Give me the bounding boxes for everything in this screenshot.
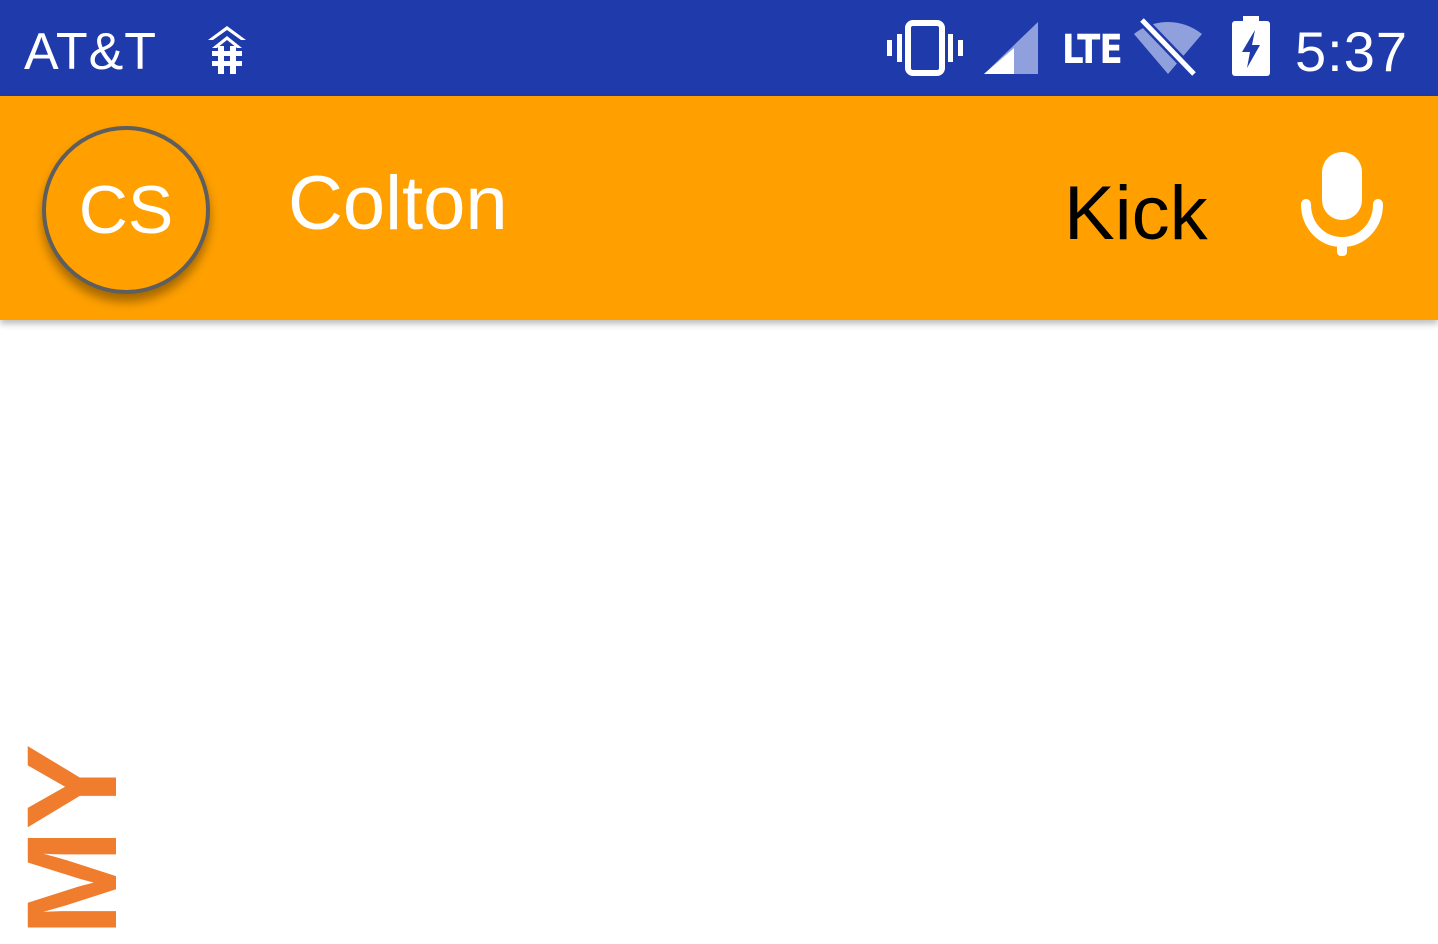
cell-signal-icon bbox=[984, 22, 1038, 74]
status-bar: AT&T LTE 5:37 bbox=[0, 0, 1438, 96]
microphone-icon[interactable] bbox=[1300, 150, 1384, 256]
wifi-off-icon bbox=[1134, 16, 1202, 78]
battery-charging-icon bbox=[1232, 16, 1270, 76]
network-type-label: LTE bbox=[1062, 27, 1123, 73]
vibrate-icon bbox=[887, 20, 963, 76]
brand-logo-text: MY bbox=[1, 744, 144, 936]
user-avatar[interactable]: CS bbox=[42, 126, 210, 294]
status-clock: 5:37 bbox=[1295, 20, 1408, 83]
network-tree-icon bbox=[208, 26, 246, 74]
brand-logo: MY bbox=[1, 736, 144, 936]
app-bar: CS Colton Kick bbox=[0, 96, 1438, 320]
kick-button[interactable]: Kick bbox=[1064, 176, 1208, 252]
user-name: Colton bbox=[288, 161, 508, 246]
carrier-name: AT&T bbox=[24, 23, 158, 81]
